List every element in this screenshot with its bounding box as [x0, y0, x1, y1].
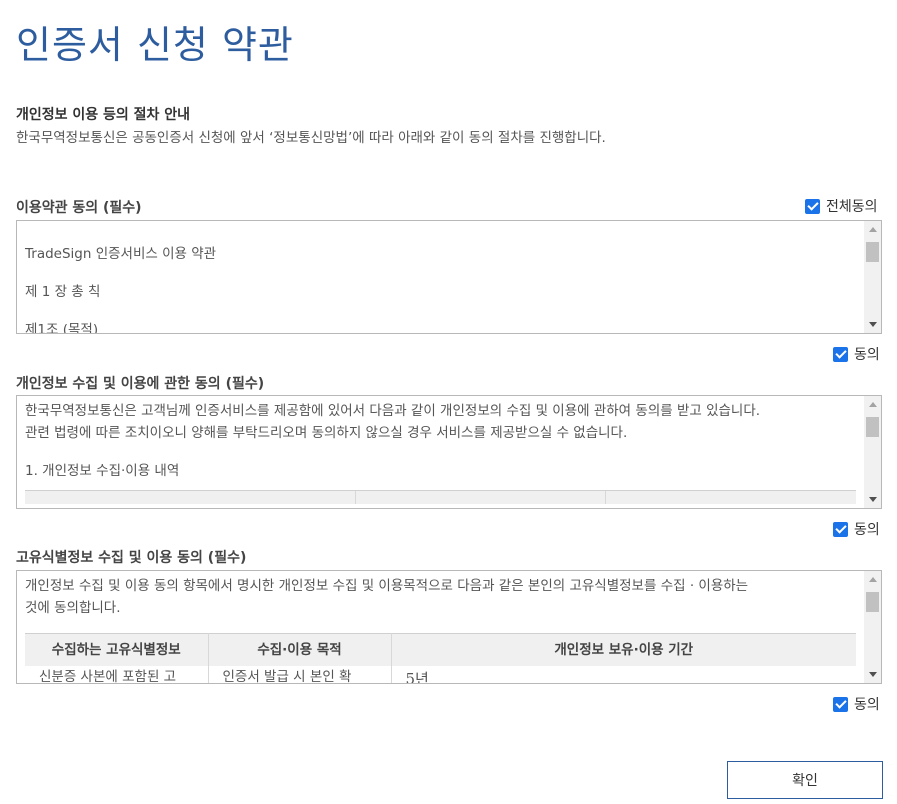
- terms-line: TradeSign 인증서비스 이용 약관: [25, 246, 217, 262]
- privacy-collection-heading: 개인정보 수집 및 이용에 관한 동의 (필수): [16, 376, 265, 392]
- unique-id-content: 개인정보 수집 및 이용 동의 항목에서 명시한 개인정보 수집 및 이용목적으…: [17, 571, 864, 683]
- terms-of-use-box[interactable]: TradeSign 인증서비스 이용 약관 제 1 장 총 칙 제1조 (목적): [16, 220, 882, 334]
- scroll-down-icon[interactable]: [864, 666, 881, 683]
- privacy-collection-content: 한국무역정보통신은 고객님께 인증서비스를 제공함에 있어서 다음과 같이 개인…: [17, 396, 864, 508]
- terms-line: 제 1 장 총 칙: [25, 284, 101, 300]
- privacy-collection-agree-checkbox[interactable]: 동의: [833, 519, 880, 539]
- scroll-thumb[interactable]: [866, 592, 879, 612]
- table-header-cell: 개인정보 보유·이용 기간: [391, 633, 856, 666]
- checkbox-checked-icon: [833, 346, 848, 362]
- table-row: 신분증 사본에 포함된 고 인증서 발급 시 본인 확 5년: [25, 665, 856, 684]
- agree-label: 동의: [854, 347, 880, 363]
- unique-id-scrollbar[interactable]: [864, 571, 881, 683]
- privacy-line: 한국무역정보통신은 고객님께 인증서비스를 제공함에 있어서 다음과 같이 개인…: [25, 403, 761, 419]
- checkbox-checked-icon: [805, 198, 820, 214]
- terms-of-use-agree-checkbox[interactable]: 동의: [833, 344, 880, 364]
- table-cell: 인증서 발급 시 본인 확: [208, 665, 392, 683]
- scroll-up-icon[interactable]: [864, 571, 881, 588]
- agree-label: 동의: [854, 522, 880, 538]
- intro-heading: 개인정보 이용 등의 절차 안내: [16, 107, 191, 123]
- agree-all-checkbox[interactable]: 전체동의: [805, 196, 878, 216]
- scroll-down-icon[interactable]: [864, 316, 881, 333]
- agree-all-label: 전체동의: [826, 199, 878, 215]
- unique-id-line: 개인정보 수집 및 이용 동의 항목에서 명시한 개인정보 수집 및 이용목적으…: [25, 578, 749, 594]
- terms-of-use-scrollbar[interactable]: [864, 221, 881, 333]
- privacy-line: 1. 개인정보 수집·이용 내역: [25, 463, 180, 479]
- privacy-table-header: [25, 490, 856, 504]
- unique-id-line: 것에 동의합니다.: [25, 600, 121, 616]
- table-header-cell: 수집하는 고유식별정보: [25, 633, 209, 666]
- confirm-button[interactable]: 확인: [727, 761, 883, 799]
- terms-of-use-heading: 이용약관 동의 (필수): [16, 200, 142, 216]
- scroll-up-icon[interactable]: [864, 221, 881, 238]
- privacy-collection-box[interactable]: 한국무역정보통신은 고객님께 인증서비스를 제공함에 있어서 다음과 같이 개인…: [16, 395, 882, 509]
- unique-id-heading: 고유식별정보 수집 및 이용 동의 (필수): [16, 550, 247, 566]
- scroll-down-icon[interactable]: [864, 491, 881, 508]
- table-header-cell: 수집·이용 목적: [208, 633, 392, 666]
- table-cell: 5년: [405, 669, 429, 684]
- privacy-line: 관련 법령에 따른 조치이오니 양해를 부탁드리오며 동의하지 않으실 경우 서…: [25, 425, 628, 441]
- scroll-thumb[interactable]: [866, 417, 879, 437]
- table-cell: 신분증 사본에 포함된 고: [25, 665, 209, 683]
- page-title: 인증서 신청 약관: [16, 23, 294, 67]
- unique-id-table: 수집하는 고유식별정보 수집·이용 목적 개인정보 보유·이용 기간 신분증 사…: [25, 633, 856, 683]
- agree-label: 동의: [854, 697, 880, 713]
- unique-id-box[interactable]: 개인정보 수집 및 이용 동의 항목에서 명시한 개인정보 수집 및 이용목적으…: [16, 570, 882, 684]
- scroll-up-icon[interactable]: [864, 396, 881, 413]
- scroll-thumb[interactable]: [866, 242, 879, 262]
- unique-id-agree-checkbox[interactable]: 동의: [833, 694, 880, 714]
- terms-line: 제1조 (목적): [25, 322, 99, 333]
- intro-text: 한국무역정보통신은 공동인증서 신청에 앞서 ‘정보통신망법’에 따라 아래와 …: [16, 130, 606, 146]
- terms-of-use-content: TradeSign 인증서비스 이용 약관 제 1 장 총 칙 제1조 (목적): [17, 221, 864, 333]
- checkbox-checked-icon: [833, 521, 848, 537]
- checkbox-checked-icon: [833, 696, 848, 712]
- privacy-collection-scrollbar[interactable]: [864, 396, 881, 508]
- table-header-row: 수집하는 고유식별정보 수집·이용 목적 개인정보 보유·이용 기간: [25, 633, 856, 666]
